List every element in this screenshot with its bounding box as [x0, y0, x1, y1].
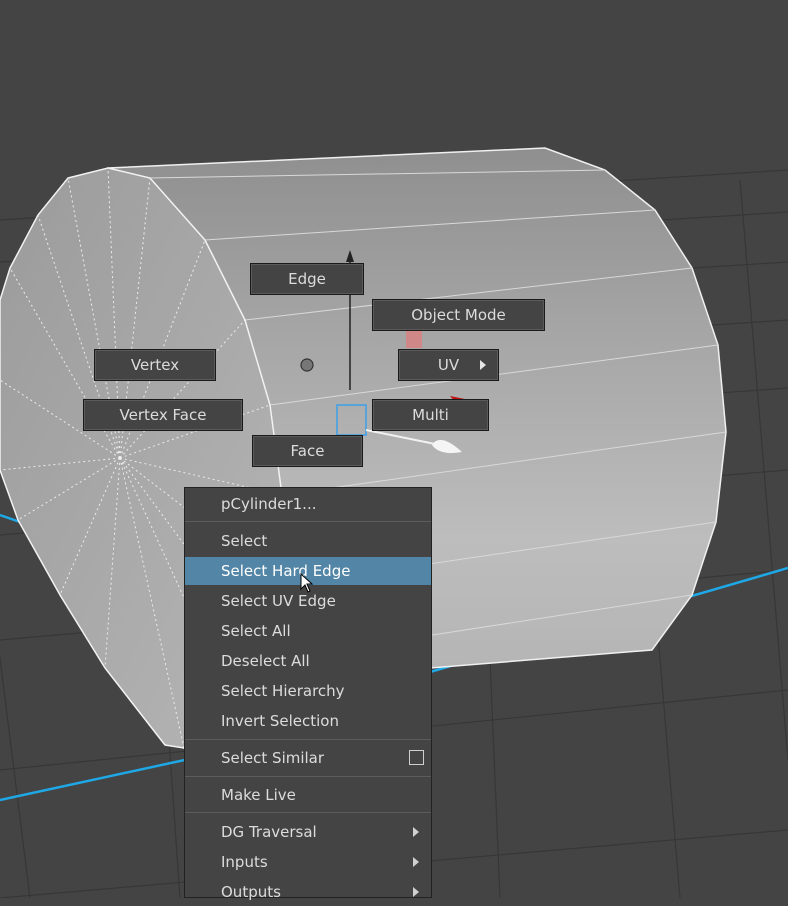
- menu-item-select[interactable]: Select: [185, 527, 431, 555]
- menu-item-invert-selection[interactable]: Invert Selection: [185, 707, 431, 735]
- marking-menu-uv-label: UV: [437, 356, 460, 374]
- submenu-arrow-icon: [413, 857, 419, 867]
- marking-menu-vertex[interactable]: Vertex: [94, 349, 216, 381]
- marking-menu-edge[interactable]: Edge: [250, 263, 364, 295]
- marking-menu-object-mode[interactable]: Object Mode: [372, 299, 545, 331]
- marking-menu-edge-label: Edge: [288, 270, 326, 288]
- marking-menu-multi-label: Multi: [412, 406, 449, 424]
- menu-item-dg-traversal[interactable]: DG Traversal: [185, 818, 431, 846]
- menu-item-outputs-label: Outputs: [221, 883, 281, 901]
- marking-menu-vertex-face[interactable]: Vertex Face: [83, 399, 243, 431]
- menu-item-deselect-all[interactable]: Deselect All: [185, 647, 431, 675]
- context-menu: pCylinder1... Select Select Hard Edge Se…: [184, 487, 432, 901]
- submenu-arrow-icon: [413, 887, 419, 897]
- submenu-arrow-icon: [480, 360, 486, 370]
- menu-separator: [185, 521, 431, 522]
- option-box-icon[interactable]: [409, 750, 424, 765]
- viewport-3d[interactable]: Edge Object Mode Vertex UV Vertex Face M…: [0, 0, 788, 901]
- marking-menu-uv[interactable]: UV: [398, 349, 499, 381]
- mouse-cursor-icon: [300, 573, 314, 593]
- menu-item-select-all[interactable]: Select All: [185, 617, 431, 645]
- marking-menu-face[interactable]: Face: [252, 435, 363, 467]
- menu-header: pCylinder1...: [221, 495, 317, 513]
- marking-menu-multi[interactable]: Multi: [372, 399, 489, 431]
- menu-item-make-live[interactable]: Make Live: [185, 781, 431, 809]
- menu-item-dg-traversal-label: DG Traversal: [221, 823, 317, 841]
- menu-item-inputs[interactable]: Inputs: [185, 848, 431, 876]
- menu-item-inputs-label: Inputs: [221, 853, 268, 871]
- menu-item-select-similar-label: Select Similar: [221, 749, 325, 767]
- menu-item-select-similar[interactable]: Select Similar: [185, 744, 431, 772]
- menu-item-select-hierarchy[interactable]: Select Hierarchy: [185, 677, 431, 705]
- marking-menu-face-label: Face: [290, 442, 325, 460]
- marking-menu-vertex-face-label: Vertex Face: [119, 406, 207, 424]
- menu-separator: [185, 812, 431, 813]
- marking-menu-object-mode-label: Object Mode: [411, 306, 506, 324]
- menu-item-outputs[interactable]: Outputs: [185, 878, 431, 906]
- menu-separator: [185, 776, 431, 777]
- submenu-arrow-icon: [413, 827, 419, 837]
- menu-separator: [185, 739, 431, 740]
- marking-menu-vertex-label: Vertex: [130, 356, 180, 374]
